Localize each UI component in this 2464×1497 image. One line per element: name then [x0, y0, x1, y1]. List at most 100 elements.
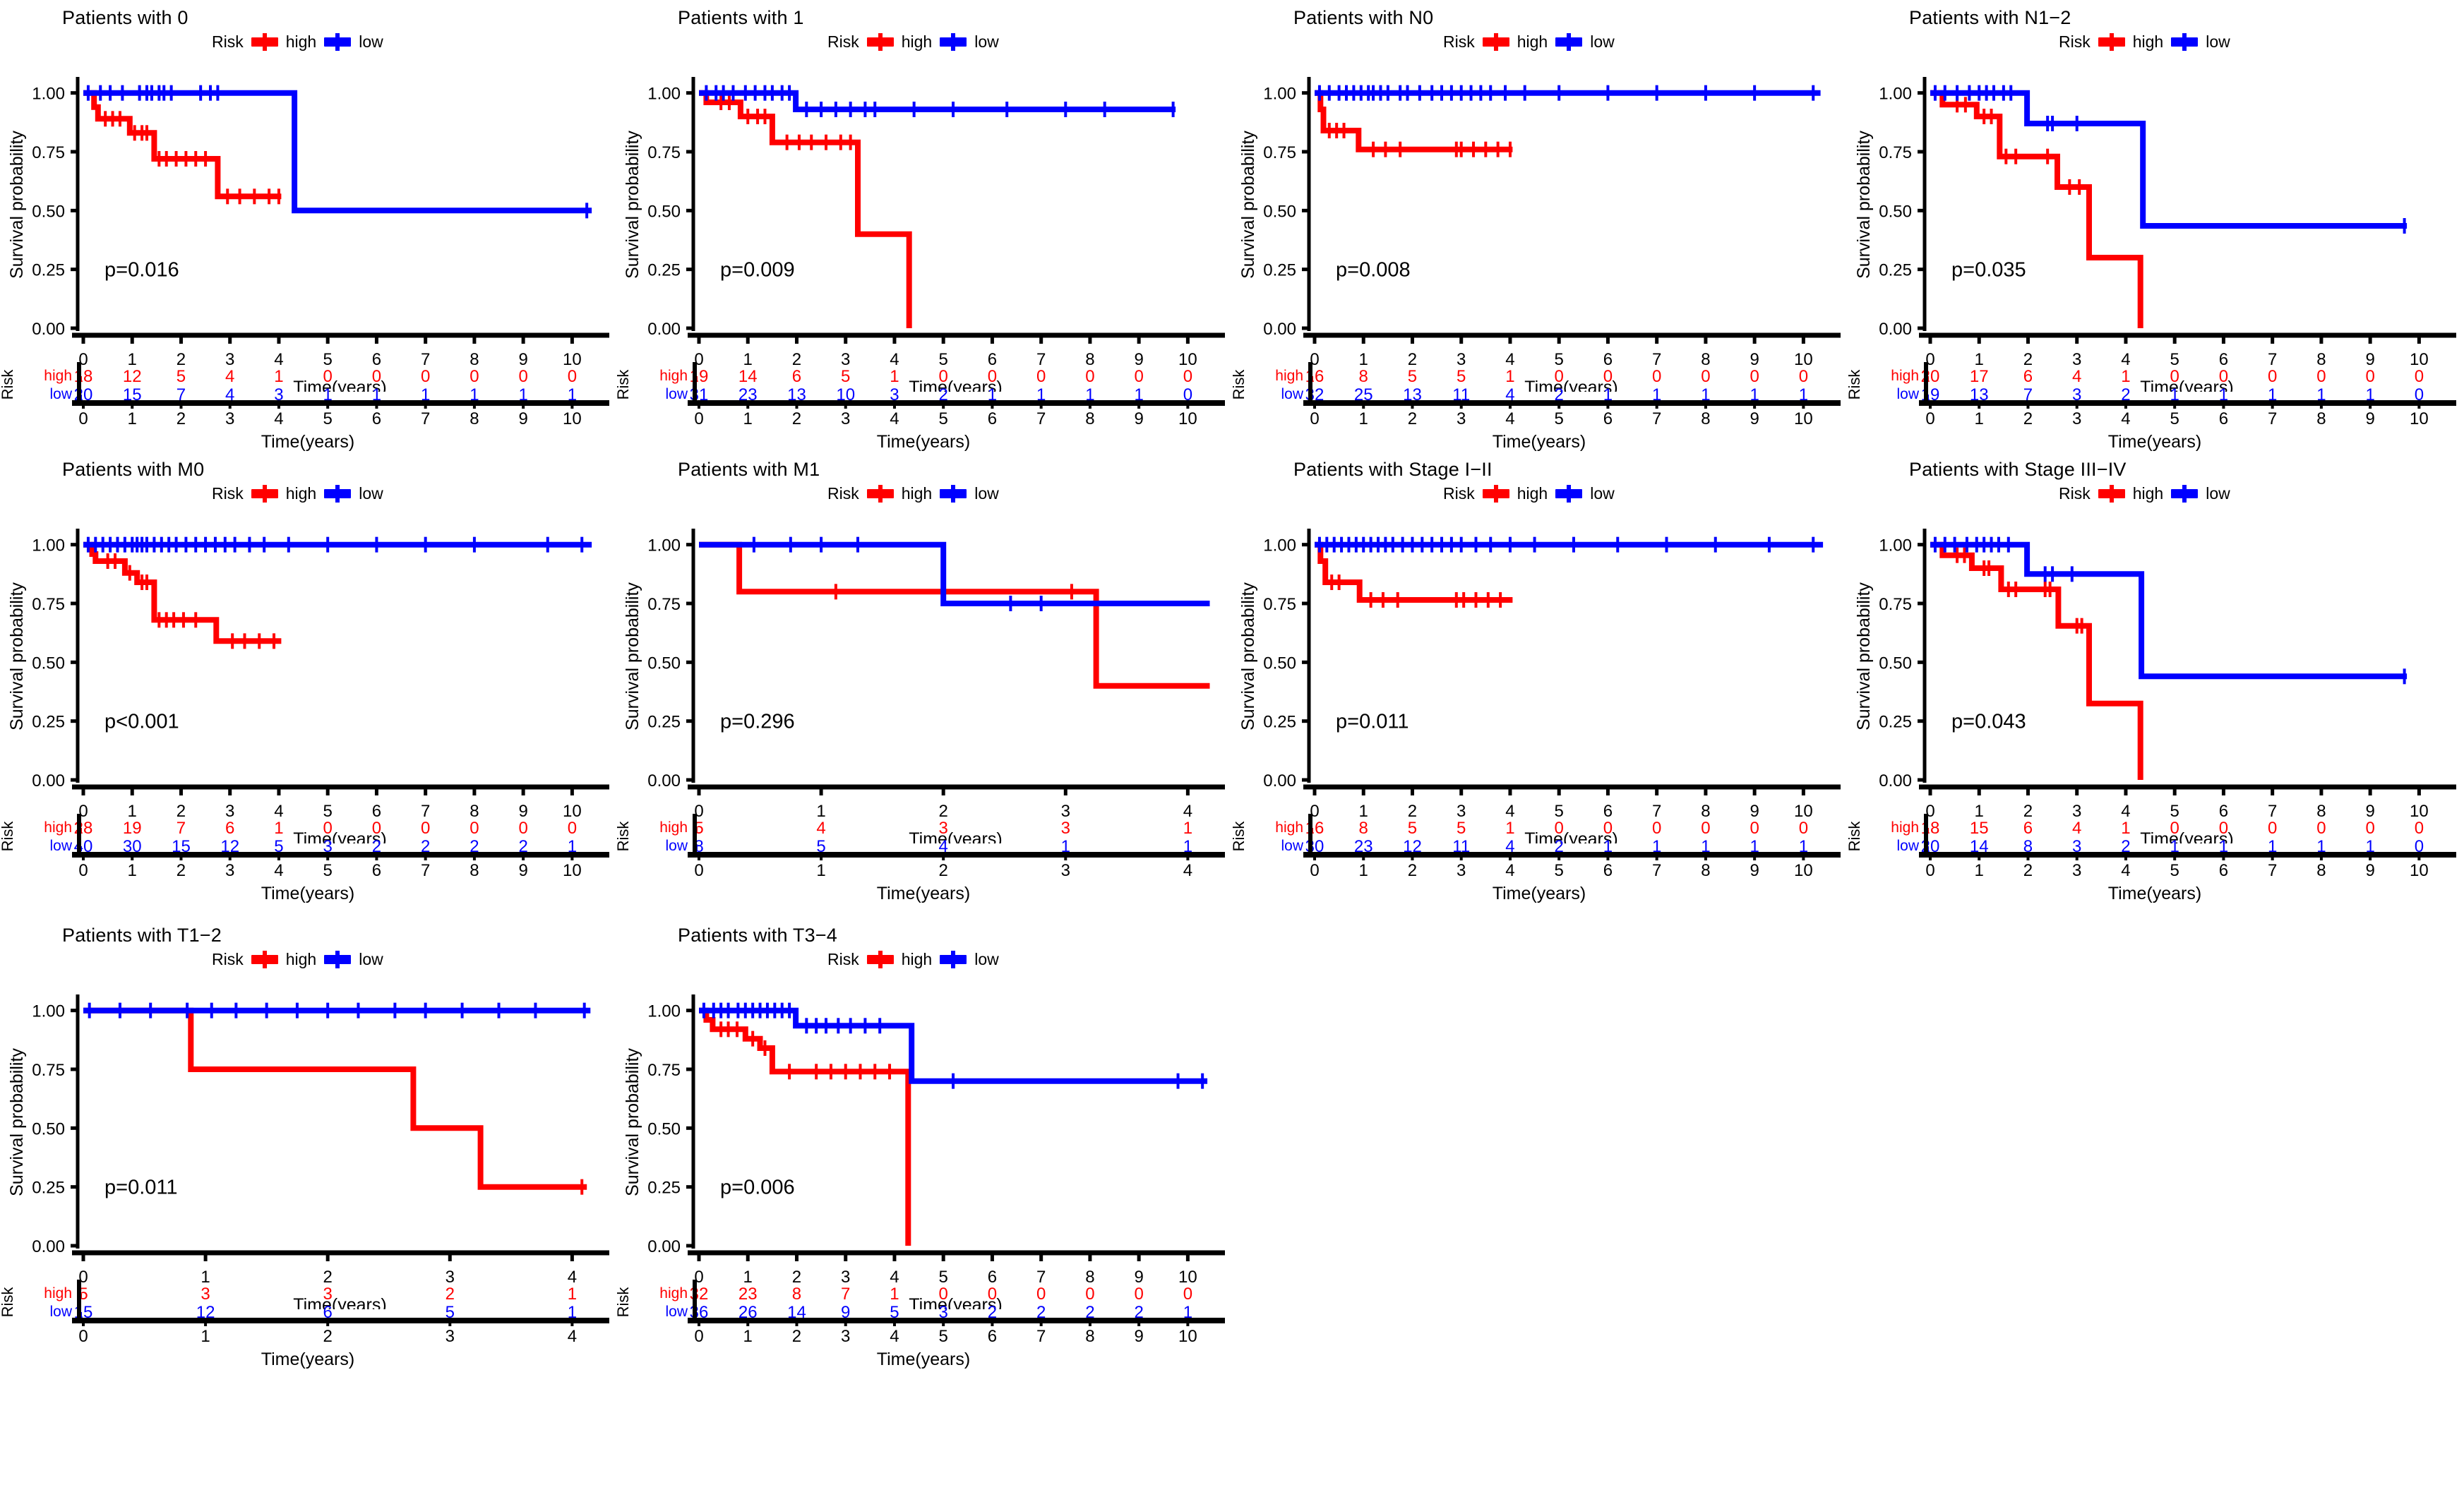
- risk-count: 0: [988, 1285, 997, 1304]
- km-curve-low: [1930, 541, 2408, 680]
- risk-count: 0: [372, 819, 381, 838]
- legend-label-low: low: [2206, 484, 2230, 503]
- km-panel: Patients with T3−4 Risk high low 0.00 0.25 0.5…: [616, 918, 1231, 1383]
- risk-row-label-low: low: [1281, 386, 1303, 402]
- risk-row-label-high: high: [44, 1285, 72, 1301]
- legend-key-high-icon: [251, 485, 278, 503]
- y-tick-label: 0.75: [32, 143, 65, 162]
- risk-table: Risk high 32 23 8 7 1 0 0 0 0 0 0low 36 26 14 9 5 3 2 2 2 2 10 1…: [616, 1280, 1225, 1346]
- risk-table-x-axis-title: Time(years): [876, 884, 971, 903]
- y-tick-label: 0.25: [647, 1179, 681, 1198]
- y-tick-label: 0.00: [32, 771, 65, 790]
- risk-count: 5: [1408, 819, 1417, 838]
- risk-x-tick-label: 2: [1408, 861, 1417, 880]
- risk-count: 0: [421, 367, 430, 386]
- legend-title: Risk: [212, 950, 244, 968]
- risk-x-tick-label: 10: [563, 861, 582, 880]
- risk-count: 0: [1750, 367, 1759, 386]
- km-curve-low: [1930, 90, 2408, 229]
- risk-count: 0: [2415, 819, 2424, 838]
- risk-x-tick-label: 7: [1036, 1327, 1046, 1346]
- risk-row-label-low: low: [1896, 386, 1919, 402]
- risk-x-tick-label: 3: [1061, 861, 1070, 880]
- risk-count: 1: [890, 367, 899, 386]
- legend-key-low-icon: [2171, 485, 2199, 503]
- km-panel: Patients with M1 Risk high low 0.00 0.25 0.50 0…: [616, 452, 1231, 918]
- risk-x-tick-label: 6: [372, 409, 381, 428]
- risk-x-tick-label: 5: [1555, 409, 1564, 428]
- legend-key-high-icon: [2098, 33, 2125, 51]
- p-value-label: p=0.011: [104, 1177, 177, 1199]
- y-tick-label: 0.25: [1879, 713, 1912, 732]
- risk-count: 6: [225, 819, 234, 838]
- risk-count: 0: [1183, 367, 1192, 386]
- risk-count: 4: [2072, 367, 2081, 386]
- y-tick-label: 0.00: [647, 320, 681, 339]
- risk-count: 0: [1603, 819, 1613, 838]
- km-panel: Patients with T1−2 Risk high low 0.00 0.25 0.5…: [0, 918, 616, 1383]
- risk-table-x-axis-title: Time(years): [1492, 884, 1586, 903]
- risk-table: Risk high 18 15 6 4 1 0 0 0 0 0 0low 20 14 8 3 2 1 1 1 1 1 00 1 2…: [1847, 814, 2456, 880]
- risk-x-tick-label: 4: [2121, 409, 2130, 428]
- km-plot: 0.000.250.500.751.000 1 2 3 4 5 6 7 8 9 10Time(yea…: [1854, 77, 2456, 392]
- risk-count: 5: [1457, 367, 1466, 386]
- risk-count: 19: [690, 367, 709, 386]
- risk-count: 6: [2023, 819, 2033, 838]
- risk-x-tick-label: 2: [792, 1327, 801, 1346]
- risk-x-tick-label: 4: [1505, 861, 1514, 880]
- legend-label-high: high: [2132, 484, 2164, 503]
- panel-title: Patients with 1: [678, 7, 804, 28]
- risk-x-tick-label: 3: [841, 409, 850, 428]
- risk-table-x-axis-title: Time(years): [261, 884, 355, 903]
- risk-count: 1: [568, 1285, 577, 1304]
- y-tick-label: 0.50: [647, 202, 681, 221]
- risk-x-tick-label: 1: [816, 861, 825, 880]
- legend: Risk high low: [827, 950, 999, 969]
- km-plot: 0.000.250.500.751.000 1 2 3 4 5 6 7 8 9 10Time(yea…: [623, 994, 1225, 1309]
- risk-count: 1: [1505, 367, 1514, 386]
- p-value-label: p=0.296: [720, 711, 795, 733]
- y-tick-label: 0.00: [1263, 320, 1296, 339]
- risk-x-tick-label: 7: [421, 409, 430, 428]
- panel-title: Patients with N0: [1293, 7, 1434, 28]
- risk-count: 0: [421, 819, 430, 838]
- risk-x-tick-label: 4: [890, 409, 899, 428]
- legend-key-high-icon: [251, 33, 278, 51]
- p-value-label: p<0.001: [104, 711, 179, 733]
- y-tick-label: 1.00: [647, 536, 681, 555]
- risk-count: 16: [1305, 819, 1324, 838]
- risk-table-side-label: Risk: [1231, 821, 1248, 852]
- risk-table: Risk high 18 12 5 4 1 0 0 0 0 0 0low 20 15 7 4 3 1 1 1 1 1 10 1 2…: [0, 362, 609, 428]
- p-value-label: p=0.009: [720, 259, 795, 282]
- y-tick-label: 0.00: [1879, 320, 1912, 339]
- risk-x-tick-label: 2: [323, 1327, 333, 1346]
- km-curve-high: [1930, 90, 2143, 328]
- risk-x-tick-label: 6: [988, 1327, 997, 1346]
- risk-x-tick-label: 7: [1652, 861, 1661, 880]
- risk-table-side-label: Risk: [616, 369, 632, 400]
- risk-x-tick-label: 7: [2268, 409, 2277, 428]
- risk-count: 18: [1921, 819, 1940, 838]
- risk-table-side-label: Risk: [0, 821, 16, 852]
- legend: Risk high low: [212, 484, 383, 503]
- legend: Risk high low: [827, 32, 999, 52]
- legend-label-low: low: [359, 32, 383, 51]
- risk-x-tick-label: 4: [2121, 861, 2130, 880]
- risk-count: 5: [841, 367, 850, 386]
- y-tick-label: 0.25: [647, 713, 681, 732]
- p-value-label: p=0.035: [1951, 259, 2026, 282]
- risk-count: 0: [568, 819, 577, 838]
- risk-count: 0: [1085, 367, 1094, 386]
- risk-x-tick-label: 6: [2219, 409, 2228, 428]
- risk-count: 0: [1036, 1285, 1046, 1304]
- y-tick-label: 0.25: [32, 713, 65, 732]
- risk-x-tick-label: 9: [1750, 409, 1759, 428]
- legend-label-high: high: [285, 950, 317, 968]
- km-plot: 0.000.250.500.751.000 1 2 3 4 5 6 7 8 9 10Time(yea…: [7, 529, 609, 843]
- y-tick-label: 1.00: [1263, 85, 1296, 104]
- risk-count: 7: [177, 819, 186, 838]
- legend-title: Risk: [1443, 32, 1475, 51]
- risk-x-tick-label: 10: [1794, 409, 1813, 428]
- risk-table-x-axis-title: Time(years): [261, 1349, 355, 1369]
- risk-table: Risk high 5 4 3 3 1low 8 5 4 1 10 1 2 3 4: [616, 814, 1225, 880]
